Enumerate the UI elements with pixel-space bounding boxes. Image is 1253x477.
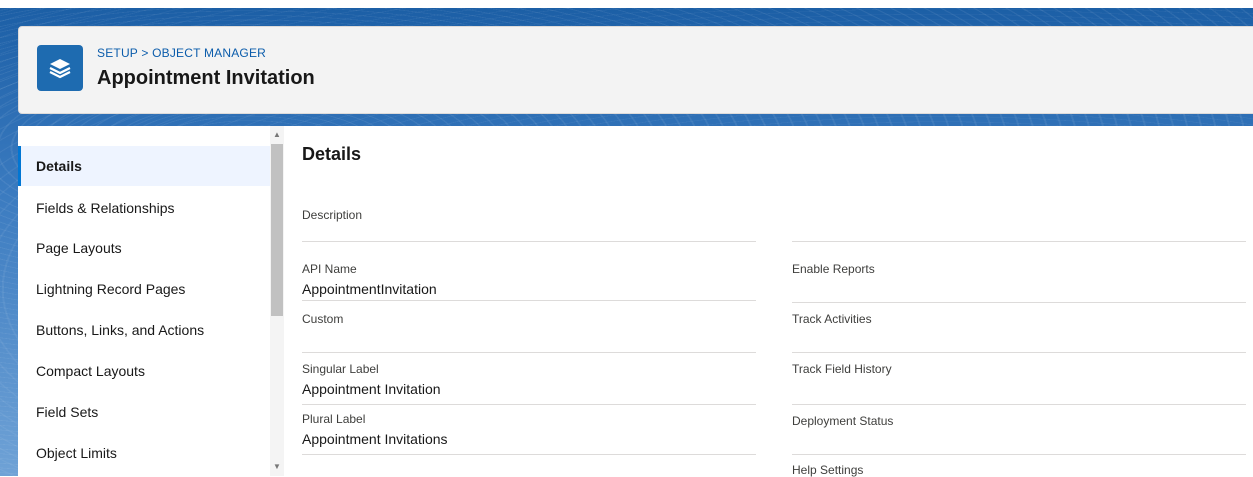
divider (792, 404, 1246, 405)
field-value: Appointment Invitations (302, 431, 448, 447)
sidebar-item-fields-relationships[interactable]: Fields & Relationships (18, 188, 270, 228)
field-description: Description (302, 208, 756, 242)
object-sidebar-nav: Details Fields & Relationships Page Layo… (18, 126, 270, 476)
layers-icon (37, 45, 83, 91)
field-label: Help Settings (792, 463, 864, 477)
sidebar-scrollbar[interactable]: ▲ ▼ (270, 126, 284, 476)
field-enable-reports: Enable Reports (792, 262, 1246, 303)
divider (302, 454, 756, 455)
field-label: Plural Label (302, 412, 366, 426)
divider (302, 352, 756, 353)
field-label: Deployment Status (792, 414, 894, 428)
breadcrumb-separator: > (141, 46, 149, 60)
object-detail-panel: Details Fields & Relationships Page Layo… (18, 126, 1253, 477)
field-value: Appointment Invitation (302, 381, 441, 397)
divider (792, 352, 1246, 353)
divider (302, 404, 756, 405)
details-content: Details Description API Name Appointment… (284, 126, 1253, 477)
scroll-up-arrow-icon[interactable]: ▲ (270, 128, 284, 142)
field-plural-label: Plural Label Appointment Invitations (302, 412, 756, 455)
divider (792, 241, 1246, 242)
sidebar-item-lightning-record-pages[interactable]: Lightning Record Pages (18, 269, 270, 309)
sidebar-item-buttons-links-actions[interactable]: Buttons, Links, and Actions (18, 310, 270, 350)
field-custom: Custom (302, 312, 756, 353)
field-value: AppointmentInvitation (302, 281, 437, 297)
field-label: Custom (302, 312, 344, 326)
sidebar-item-field-sets[interactable]: Field Sets (18, 392, 270, 432)
sidebar-item-compact-layouts[interactable]: Compact Layouts (18, 351, 270, 391)
section-title: Details (302, 144, 362, 164)
breadcrumb: SETUP > OBJECT MANAGER (97, 46, 266, 60)
divider (302, 241, 756, 242)
object-header: SETUP > OBJECT MANAGER Appointment Invit… (18, 26, 1253, 114)
sidebar-item-details[interactable]: Details (18, 146, 270, 186)
field-label: Track Activities (792, 312, 872, 326)
scroll-down-arrow-icon[interactable]: ▼ (270, 460, 284, 474)
field-label: Description (302, 208, 363, 222)
divider (792, 302, 1246, 303)
sidebar-item-object-limits[interactable]: Object Limits (18, 433, 270, 473)
scrollbar-thumb[interactable] (271, 144, 283, 316)
sidebar-item-page-layouts[interactable]: Page Layouts (18, 228, 270, 268)
field-label: Singular Label (302, 362, 379, 376)
field-singular-label: Singular Label Appointment Invitation (302, 362, 756, 405)
field-track-activities: Track Activities (792, 312, 1246, 353)
field-label: API Name (302, 262, 357, 276)
field-api-name: API Name AppointmentInvitation (302, 262, 756, 301)
field-label: Track Field History (792, 362, 892, 376)
field-help-settings: Help Settings (792, 463, 1246, 477)
breadcrumb-object-manager-link[interactable]: OBJECT MANAGER (152, 46, 266, 60)
divider (302, 300, 756, 301)
breadcrumb-setup-link[interactable]: SETUP (97, 46, 138, 60)
divider (792, 454, 1246, 455)
page-title: Appointment Invitation (97, 67, 315, 89)
field-track-field-history: Track Field History (792, 362, 1246, 405)
field-label: Enable Reports (792, 262, 875, 276)
field-deployment-status: Deployment Status (792, 414, 1246, 455)
